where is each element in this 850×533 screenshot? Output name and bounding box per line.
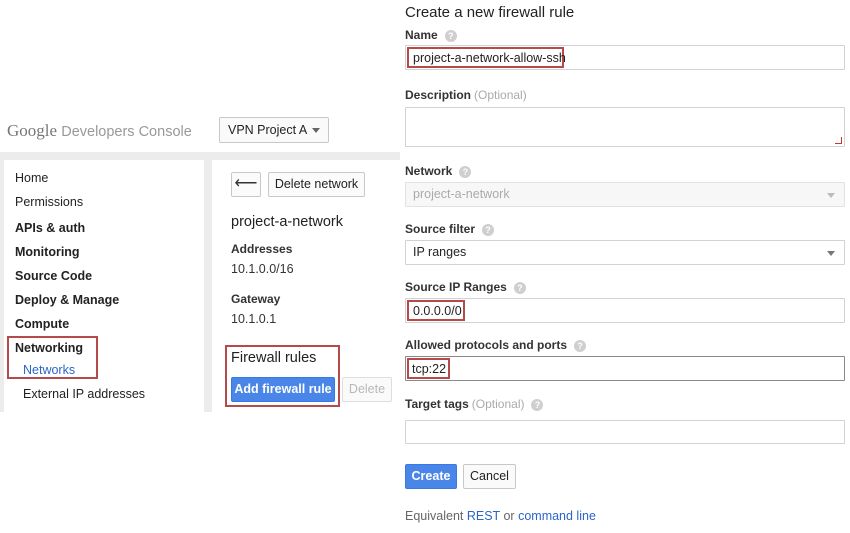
sidebar-item-apis-auth[interactable]: APIs & auth xyxy=(15,221,85,235)
logo-product-text: Developers Console xyxy=(61,124,192,140)
allowed-protocols-label: Allowed protocols and ports? xyxy=(405,338,587,352)
help-icon[interactable]: ? xyxy=(444,30,457,42)
source-filter-label-text: Source filter xyxy=(405,222,476,236)
source-filter-value: IP ranges xyxy=(413,245,467,259)
target-tags-label: Target tags (Optional)? xyxy=(405,397,544,411)
description-optional-text: (Optional) xyxy=(474,88,527,102)
console-header: Google Developers Console VPN Project A xyxy=(0,112,400,152)
sidebar-item-deploy-manage[interactable]: Deploy & Manage xyxy=(15,293,119,307)
sidebar-item-home[interactable]: Home xyxy=(15,171,48,185)
project-selector[interactable]: VPN Project A xyxy=(219,117,329,143)
add-firewall-rule-button[interactable]: Add firewall rule xyxy=(231,377,335,402)
description-label-text: Description xyxy=(405,88,472,102)
cancel-button[interactable]: Cancel xyxy=(463,464,516,489)
help-icon[interactable]: ? xyxy=(513,282,526,294)
delete-button[interactable]: Delete xyxy=(342,377,392,402)
source-ip-ranges-field[interactable] xyxy=(405,298,845,323)
firewall-rules-heading: Firewall rules xyxy=(231,350,317,366)
logo-google-text: Google xyxy=(7,121,58,140)
allowed-protocols-label-text: Allowed protocols and ports xyxy=(405,338,568,352)
header-divider xyxy=(0,152,400,160)
sidebar-item-source-code[interactable]: Source Code xyxy=(15,269,92,283)
help-icon[interactable]: ? xyxy=(574,340,587,352)
source-ip-ranges-label: Source IP Ranges? xyxy=(405,280,526,294)
name-label: Name? xyxy=(405,28,457,42)
chevron-down-icon xyxy=(827,193,835,198)
project-selector-label: VPN Project A xyxy=(228,123,308,137)
equivalent-links: Equivalent REST or command line xyxy=(405,509,596,523)
description-label: Description (Optional) xyxy=(405,88,527,102)
name-value: project-a-network-allow-ssh xyxy=(413,51,566,65)
network-name-title: project-a-network xyxy=(231,214,344,230)
sidebar-item-permissions[interactable]: Permissions xyxy=(15,195,83,209)
form-title: Create a new firewall rule xyxy=(405,4,575,21)
network-select[interactable]: project-a-network xyxy=(405,182,845,207)
help-icon[interactable]: ? xyxy=(531,399,544,411)
addresses-label: Addresses xyxy=(231,242,293,256)
google-developers-console-logo[interactable]: Google Developers Console xyxy=(7,121,192,141)
network-label: Network? xyxy=(405,164,472,178)
allowed-protocols-value: tcp:22 xyxy=(412,362,447,376)
target-tags-optional-text: (Optional) xyxy=(471,397,525,411)
addresses-value: 10.1.0.0/16 xyxy=(231,262,294,276)
source-filter-select[interactable]: IP ranges xyxy=(405,240,845,265)
chevron-down-icon xyxy=(827,251,835,256)
help-icon[interactable]: ? xyxy=(459,166,472,178)
or-text: or xyxy=(503,509,515,523)
resize-handle-icon[interactable] xyxy=(835,137,842,144)
source-ip-ranges-label-text: Source IP Ranges xyxy=(405,280,507,294)
gateway-value: 10.1.0.1 xyxy=(231,312,277,326)
back-button[interactable]: ⟵ xyxy=(231,172,261,197)
network-select-value: project-a-network xyxy=(413,187,510,201)
allowed-protocols-field[interactable] xyxy=(405,356,845,381)
target-tags-label-text: Target tags xyxy=(405,397,469,411)
gateway-label: Gateway xyxy=(231,292,281,306)
sidebar-item-monitoring[interactable]: Monitoring xyxy=(15,245,80,259)
network-label-text: Network xyxy=(405,164,453,178)
source-filter-label: Source filter? xyxy=(405,222,495,236)
sidebar-item-external-ip-addresses[interactable]: External IP addresses xyxy=(23,387,145,401)
sidebar-item-compute[interactable]: Compute xyxy=(15,317,69,331)
arrow-left-icon: ⟵ xyxy=(234,175,258,192)
networking-highlight-box xyxy=(7,336,98,379)
delete-network-button[interactable]: Delete network xyxy=(268,172,365,197)
command-line-link[interactable]: command line xyxy=(518,509,596,523)
source-ip-ranges-value: 0.0.0.0/0 xyxy=(413,304,462,318)
equivalent-text: Equivalent xyxy=(405,509,464,523)
chevron-down-icon xyxy=(312,128,320,133)
name-label-text: Name xyxy=(405,28,438,42)
target-tags-field[interactable] xyxy=(405,420,845,444)
help-icon[interactable]: ? xyxy=(482,224,495,236)
description-field[interactable] xyxy=(405,107,845,147)
rest-link[interactable]: REST xyxy=(467,509,500,523)
create-button[interactable]: Create xyxy=(405,464,457,489)
